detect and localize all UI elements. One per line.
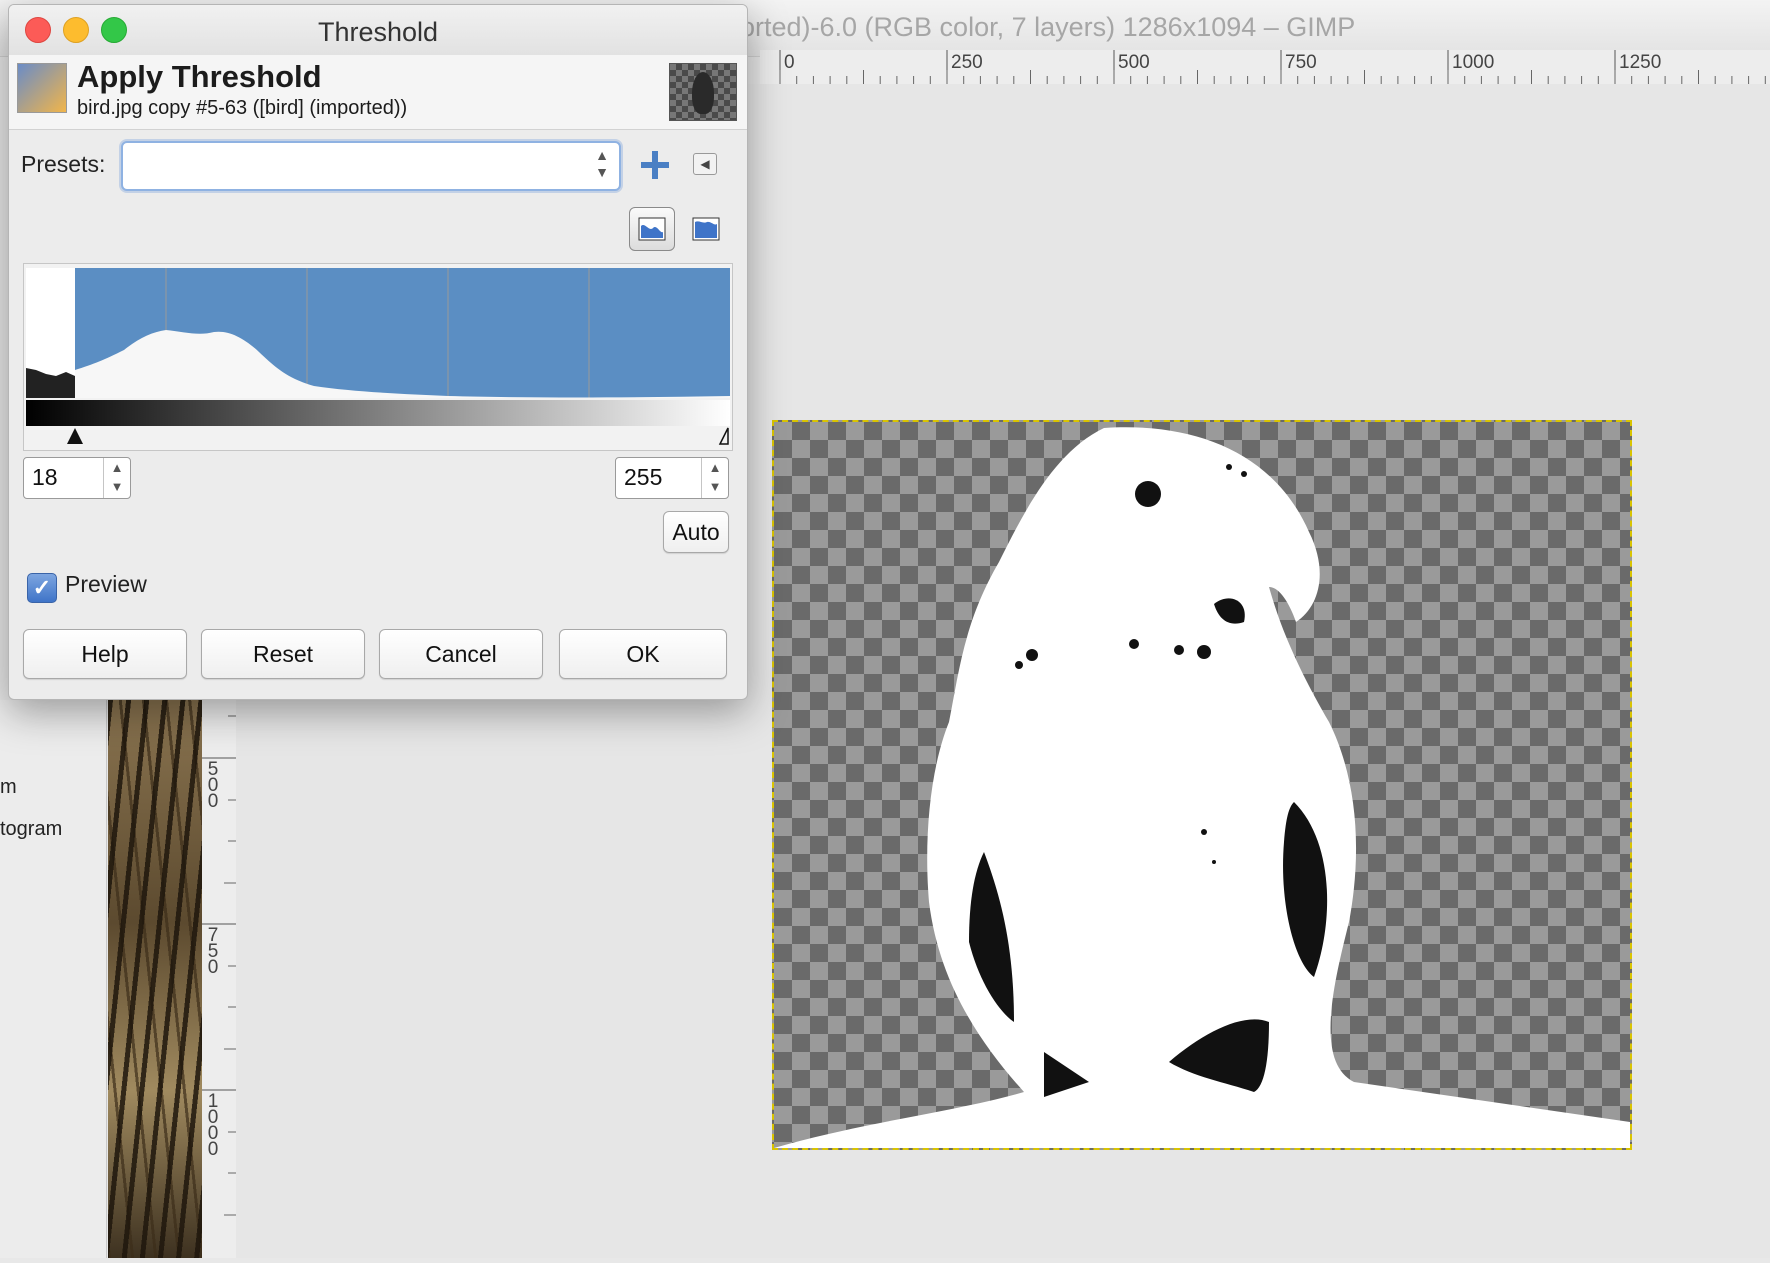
vruler-label-1000: 1000: [206, 1091, 220, 1160]
ruler-label-250: 250: [951, 52, 983, 73]
vruler-label-750-text: 750: [207, 925, 219, 978]
preset-menu-icon[interactable]: ◀: [693, 153, 717, 175]
vertical-ruler[interactable]: 500 750 1000: [202, 700, 237, 1258]
gimp-window-title: orted)-6.0 (RGB color, 7 layers) 1286x10…: [740, 12, 1356, 42]
reset-button[interactable]: Reset: [201, 629, 365, 679]
value-gradient-bar: [26, 400, 730, 426]
ok-button[interactable]: OK: [559, 629, 727, 679]
presets-label: Presets:: [21, 151, 106, 177]
high-threshold-handle: [718, 427, 729, 445]
preview-checkbox[interactable]: ✓: [27, 573, 57, 603]
dialog-title: Threshold: [317, 17, 439, 47]
histogram-view[interactable]: [23, 263, 733, 451]
low-threshold-spinner[interactable]: 18 ▲ ▼: [23, 457, 131, 499]
high-threshold-value: 255: [624, 464, 663, 490]
spinner-arrows-icon[interactable]: ▲ ▼: [701, 458, 728, 498]
background-photo-strip: [108, 700, 202, 1258]
ruler-label-1250: 1250: [1619, 52, 1662, 73]
cancel-button[interactable]: Cancel: [379, 629, 543, 679]
log-histogram-icon: [692, 217, 720, 241]
dialog-titlebar[interactable]: Threshold: [9, 5, 747, 55]
thresholded-bird-image: [774, 427, 1630, 1148]
panel-item-histogram[interactable]: togram: [0, 818, 62, 841]
low-threshold-handle: [67, 428, 83, 444]
log-histogram-button[interactable]: [683, 207, 729, 251]
ruler-label-0: 0: [784, 52, 795, 73]
linear-histogram-button[interactable]: [629, 207, 675, 251]
bird-thumbnail-icon: [692, 72, 714, 114]
low-threshold-value: 18: [32, 464, 58, 490]
horizontal-ruler[interactable]: 0 250 500 750 1000 1250: [760, 50, 1770, 85]
layer-thumbnail: [669, 63, 737, 121]
auto-button[interactable]: Auto: [663, 511, 729, 553]
vruler-label-500-text: 500: [207, 759, 219, 812]
vruler-label-500: 500: [206, 759, 220, 812]
apply-threshold-icon: [17, 63, 67, 113]
dialog-header: Apply Threshold bird.jpg copy #5-63 ([bi…: [9, 55, 747, 130]
preview-label[interactable]: Preview: [65, 571, 147, 598]
panel-item-histogram-mode[interactable]: m: [0, 776, 17, 799]
vruler-label-750: 750: [206, 925, 220, 978]
help-button[interactable]: Help: [23, 629, 187, 679]
toolbox-panel: m togram: [0, 700, 107, 1258]
add-preset-icon[interactable]: [639, 149, 671, 181]
layer-image[interactable]: [772, 420, 1632, 1150]
ruler-label-500: 500: [1118, 52, 1150, 73]
high-threshold-spinner[interactable]: 255 ▲ ▼: [615, 457, 729, 499]
header-title: Apply Threshold: [77, 59, 322, 94]
spinner-arrows-icon[interactable]: ▲ ▼: [103, 458, 130, 498]
histogram-chart: [26, 268, 730, 445]
vruler-label-1000-text: 1000: [207, 1091, 219, 1160]
ruler-label-1000: 1000: [1452, 52, 1495, 73]
ruler-label-750: 750: [1285, 52, 1317, 73]
linear-histogram-icon: [638, 217, 666, 241]
threshold-dialog: Threshold Apply Threshold bird.jpg copy …: [8, 4, 748, 700]
header-subtitle: bird.jpg copy #5-63 ([bird] (imported)): [77, 97, 408, 119]
combo-updown-icon: ▲ ▼: [595, 147, 609, 180]
presets-combo[interactable]: ▲ ▼: [121, 141, 621, 191]
